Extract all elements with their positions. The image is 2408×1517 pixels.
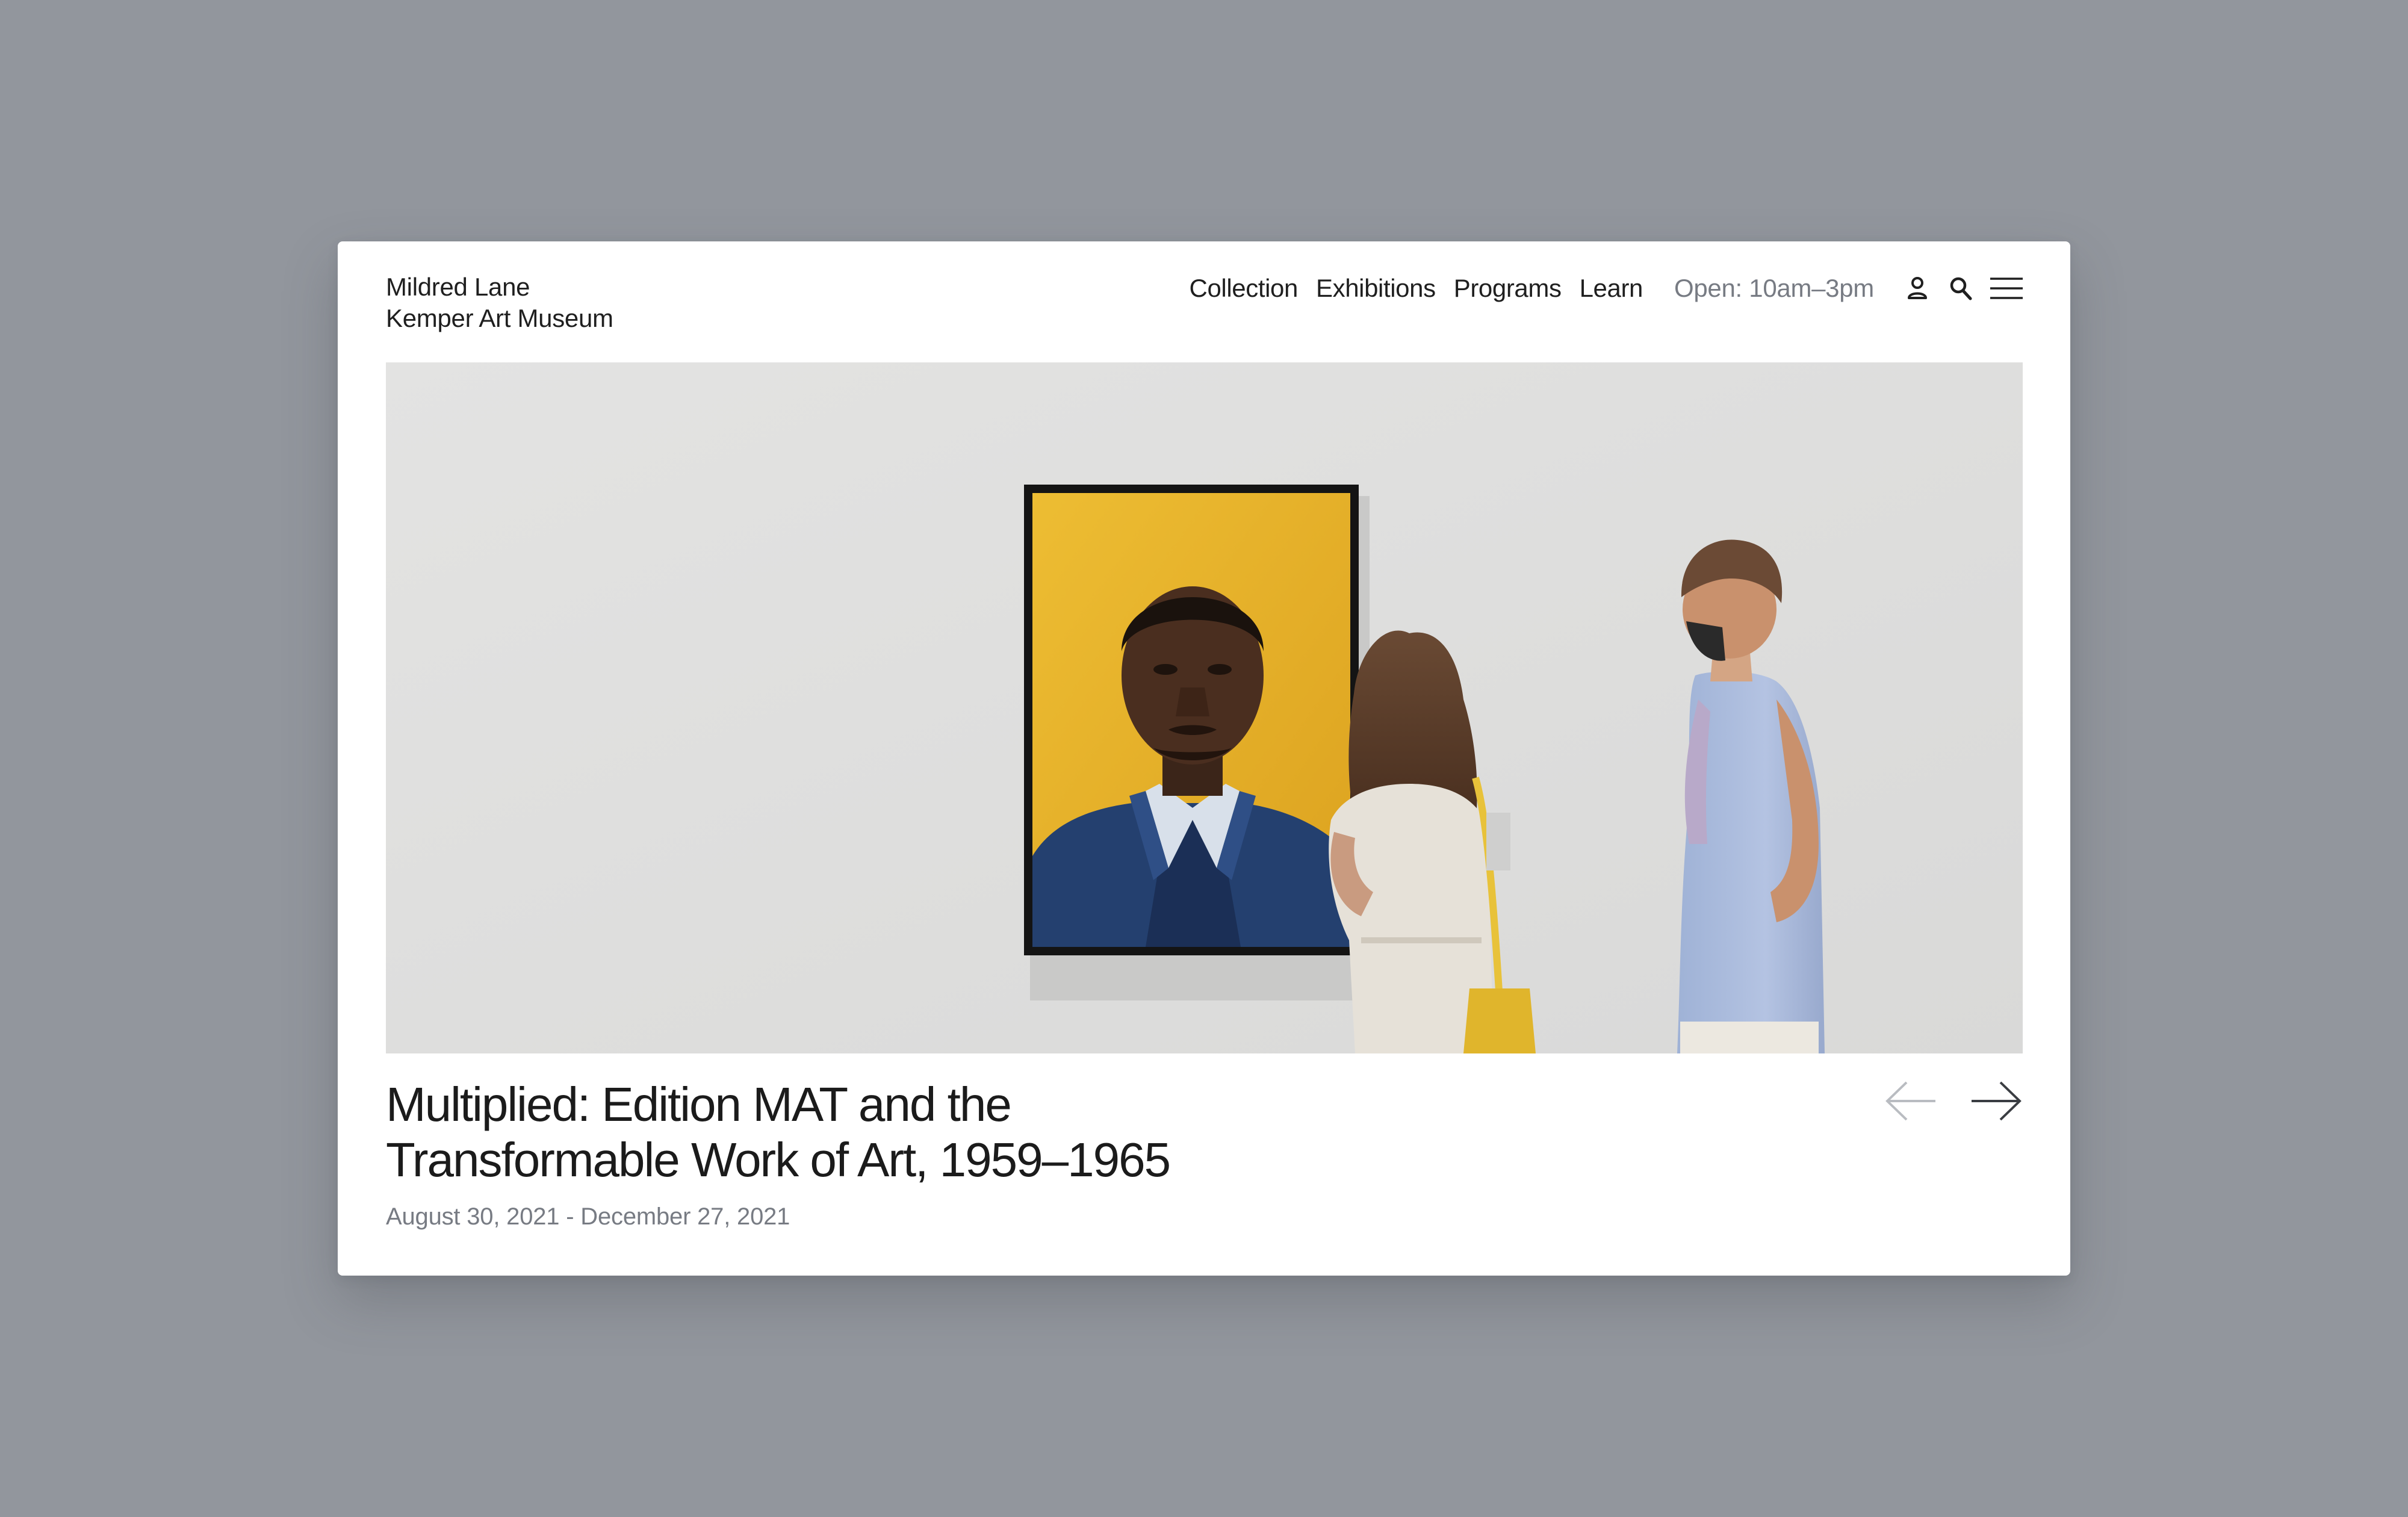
nav-programs[interactable]: Programs <box>1454 274 1562 303</box>
exhibition-photo <box>386 362 2023 1053</box>
menu-icon <box>1990 278 2023 299</box>
exhibition-title-line-2: Transformable Work of Art, 1959–1965 <box>386 1133 1171 1187</box>
exhibition-title[interactable]: Multiplied: Edition MAT and the Transfor… <box>386 1077 1289 1188</box>
exhibition-dates: August 30, 2021 - December 27, 2021 <box>386 1203 790 1230</box>
museum-logo[interactable]: Mildred Lane Kemper Art Museum <box>386 271 613 334</box>
logo-line-2: Kemper Art Museum <box>386 304 613 332</box>
next-slide-button[interactable] <box>1969 1077 2023 1125</box>
carousel-controls <box>1884 1077 2023 1125</box>
user-icon <box>1908 277 1927 299</box>
arrow-left-icon <box>1885 1081 1935 1121</box>
exhibition-title-line-1: Multiplied: Edition MAT and the <box>386 1078 1012 1131</box>
nav-learn[interactable]: Learn <box>1580 274 1643 303</box>
search-button[interactable] <box>1947 274 1974 303</box>
nav-exhibitions[interactable]: Exhibitions <box>1316 274 1436 303</box>
menu-button[interactable] <box>1990 274 2023 303</box>
main-nav: Collection Exhibitions Programs Learn Op… <box>1190 271 2023 305</box>
nav-collection[interactable]: Collection <box>1190 274 1299 303</box>
account-button[interactable] <box>1905 274 1929 303</box>
opening-hours: Open: 10am–3pm <box>1674 274 1874 302</box>
search-icon <box>1950 277 1972 300</box>
arrow-right-icon <box>1972 1081 2022 1121</box>
logo-line-1: Mildred Lane <box>386 273 530 301</box>
previous-slide-button[interactable] <box>1884 1077 1938 1125</box>
hero-image[interactable] <box>386 362 2023 1053</box>
browser-window: Mildred Lane Kemper Art Museum Collectio… <box>338 241 2070 1276</box>
